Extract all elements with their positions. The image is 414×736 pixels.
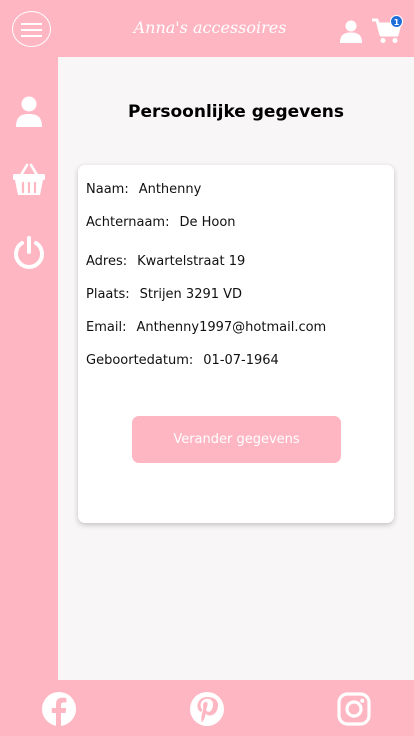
detail-value: De Hoon <box>179 215 236 230</box>
menu-bar-line <box>21 35 42 37</box>
detail-label: Naam: <box>86 182 129 197</box>
facebook-icon[interactable] <box>41 691 77 727</box>
detail-value: Anthenny <box>138 182 202 197</box>
detail-label: Email: <box>86 320 127 335</box>
footer <box>0 680 414 736</box>
profile-user-icon[interactable] <box>11 94 47 130</box>
detail-value: Anthenny1997@hotmail.com <box>136 320 327 335</box>
detail-row-name: Naam: Anthenny <box>86 182 201 197</box>
detail-row-birthdate: Geboortedatum: 01-07-1964 <box>86 353 279 368</box>
sidebar <box>0 57 58 680</box>
edit-details-button[interactable]: Verander gegevens <box>132 416 341 463</box>
detail-label: Geboortedatum: <box>86 353 194 368</box>
detail-row-address: Adres: Kwartelstraat 19 <box>86 254 245 269</box>
cart-count-badge: 1 <box>390 15 403 28</box>
detail-row-city: Plaats: Strijen 3291 VD <box>86 287 242 302</box>
detail-row-email: Email: Anthenny1997@hotmail.com <box>86 320 326 335</box>
detail-label: Achternaam: <box>86 215 170 230</box>
detail-label: Plaats: <box>86 287 130 302</box>
user-account-icon[interactable] <box>339 19 363 43</box>
instagram-icon[interactable] <box>336 691 372 727</box>
page-title: Persoonlijke gegevens <box>128 102 344 122</box>
menu-bar-line <box>21 29 42 31</box>
menu-bar-line <box>21 23 42 25</box>
detail-row-surname: Achternaam: De Hoon <box>86 215 236 230</box>
power-logout-icon[interactable] <box>11 235 47 271</box>
detail-value: Kwartelstraat 19 <box>137 254 246 269</box>
detail-value: Strijen 3291 VD <box>139 287 243 302</box>
personal-details-card: Naam: Anthenny Achternaam: De Hoon Adres: K… <box>78 165 394 523</box>
pinterest-icon[interactable] <box>189 691 225 727</box>
main-content: Persoonlijke gegevens Naam: Anthenny Acht… <box>58 57 414 680</box>
basket-icon[interactable] <box>11 162 47 198</box>
brand-title[interactable]: Anna's accessoires <box>110 18 310 37</box>
hamburger-menu-button[interactable] <box>12 11 51 47</box>
detail-value: 01-07-1964 <box>203 353 279 368</box>
detail-label: Adres: <box>86 254 128 269</box>
top-bar: Anna's accessoires 1 <box>0 0 414 57</box>
